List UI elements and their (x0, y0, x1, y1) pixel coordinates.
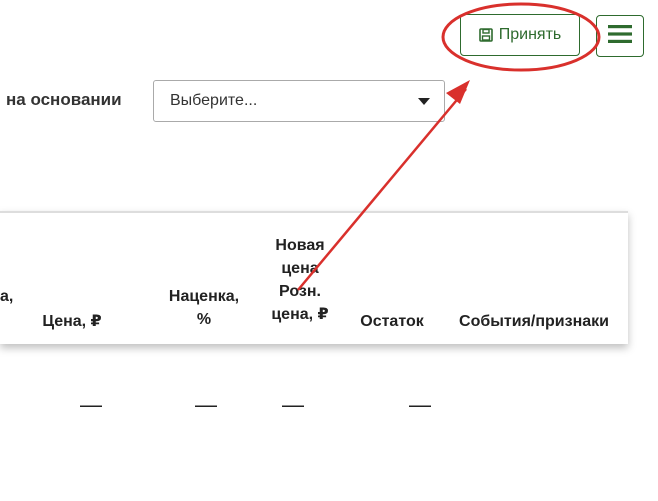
basis-label: на основании (6, 90, 122, 109)
annotation-arrowhead (446, 80, 470, 104)
column-header-price[interactable]: Цена, ₽ (36, 310, 108, 333)
chevron-down-icon (418, 98, 430, 105)
hamburger-icon (607, 23, 633, 50)
column-header-markup[interactable]: Наценка, % (162, 285, 246, 331)
cell-price: — (80, 392, 102, 417)
accept-button[interactable]: Принять (460, 14, 580, 56)
screen: Принять на основании Выберите... а, Цена… (0, 0, 658, 501)
column-header-new-retail-price[interactable]: Новая цена Розн. цена, ₽ (264, 234, 336, 326)
basis-select[interactable]: Выберите... (153, 80, 445, 122)
table-header: а, Цена, ₽ Наценка, % Новая цена Розн. ц… (0, 211, 628, 344)
cell-stock: — (409, 392, 431, 417)
column-header-prev[interactable]: а, (0, 285, 14, 308)
menu-button[interactable] (596, 15, 644, 57)
accept-button-label: Принять (498, 26, 562, 43)
column-header-events[interactable]: События/признаки (448, 310, 620, 333)
cell-markup: — (195, 392, 217, 417)
save-icon (478, 28, 493, 42)
basis-select-value: Выберите... (170, 92, 258, 109)
cell-new-price: — (282, 392, 304, 417)
column-header-stock[interactable]: Остаток (352, 310, 432, 333)
